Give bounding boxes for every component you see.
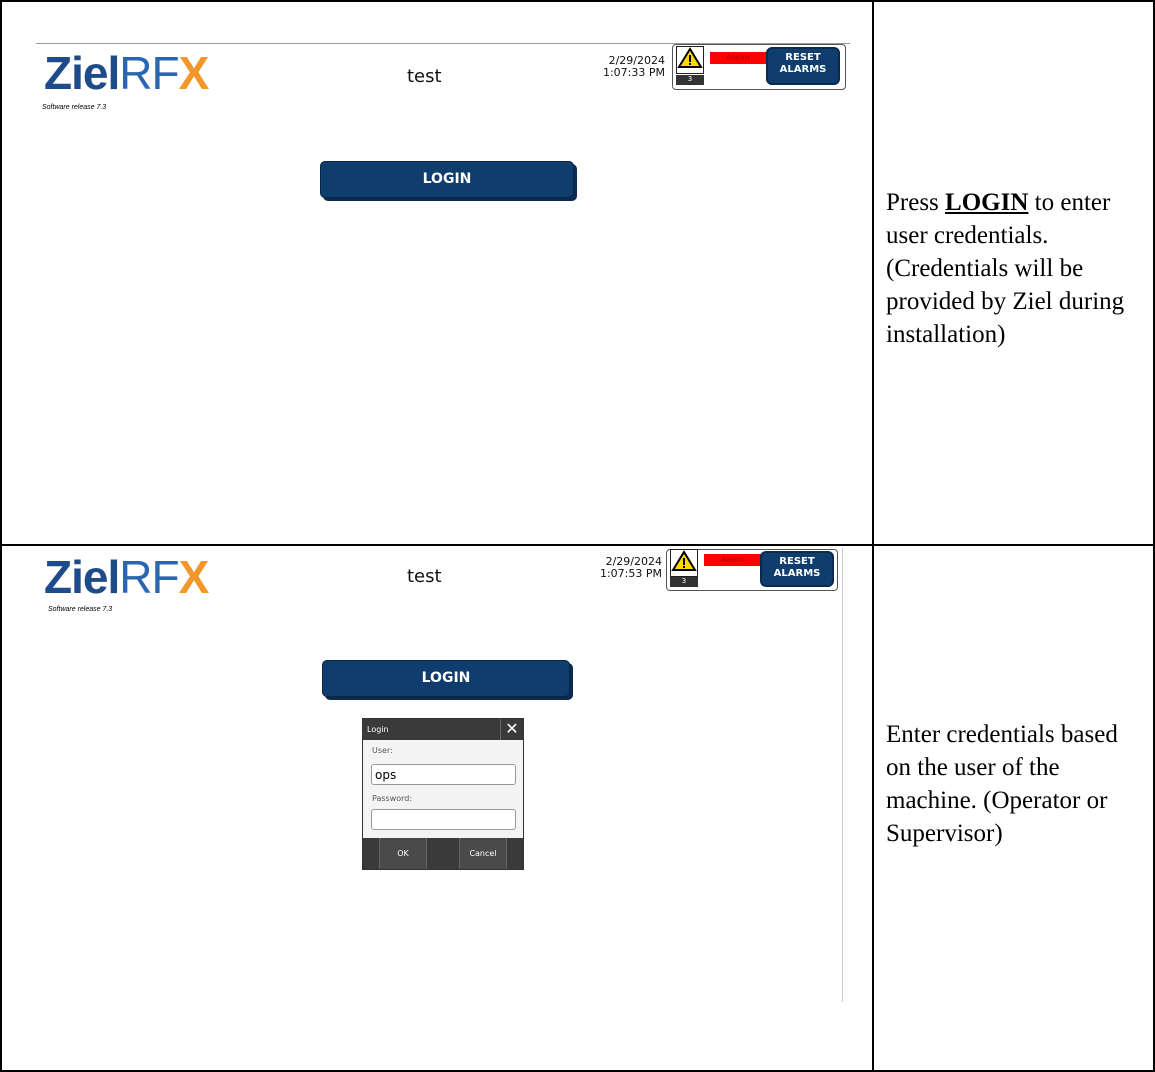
software-release: Software release 7.3 — [48, 606, 113, 613]
reset-alarms-button[interactable]: RESET ALARMS — [760, 551, 834, 587]
password-label: Password: — [372, 794, 413, 803]
screen-title: test — [407, 566, 442, 587]
table-border-left — [0, 0, 2, 1072]
ok-button[interactable]: OK — [379, 838, 427, 869]
time-label: 1:07:53 PM — [599, 567, 662, 580]
alarm-indicator: Alarm — [704, 554, 762, 566]
reset-label-line1: RESET — [779, 556, 815, 567]
user-label: User: — [372, 746, 393, 755]
time-label: 1:07:33 PM — [602, 66, 665, 79]
dialog-title: Login — [363, 719, 523, 740]
document-table: ZielRFX Software release 7.3 test 2/29/2… — [0, 0, 1155, 1072]
zielrfx-logo: ZielRFX — [44, 47, 209, 99]
desc-prefix: Press — [886, 189, 946, 216]
hmi-screenshot-login-dialog: ZielRFX Software release 7.3 test 2/29/2… — [30, 546, 860, 1066]
login-button[interactable]: LOGIN — [320, 161, 574, 198]
password-field[interactable] — [371, 809, 516, 830]
screen-right-edge — [842, 548, 843, 1002]
cancel-button[interactable]: Cancel — [459, 838, 507, 869]
table-column-divider — [872, 0, 874, 1072]
table-border-top — [0, 0, 1155, 2]
alarm-count: 3 — [676, 75, 704, 85]
dialog-footer: OK Cancel — [363, 838, 523, 869]
warning-icon[interactable] — [670, 549, 698, 577]
reset-label-line2: ALARMS — [773, 568, 821, 579]
login-button[interactable]: LOGIN — [322, 660, 570, 697]
close-icon[interactable]: ✕ — [500, 719, 523, 740]
login-dialog: Login ✕ User: ops Password: OK Cancel — [362, 718, 524, 870]
alarm-indicator: Alarm — [710, 52, 766, 64]
hmi-screenshot-login: ZielRFX Software release 7.3 test 2/29/2… — [30, 40, 860, 520]
desc-login-word: LOGIN — [945, 189, 1029, 216]
step-1-description: Press LOGIN to enter user credentials. (… — [886, 186, 1148, 351]
user-field[interactable]: ops — [371, 764, 516, 785]
zielrfx-logo: ZielRFX — [44, 551, 209, 603]
warning-icon[interactable] — [676, 46, 704, 74]
alarm-count: 3 — [670, 577, 698, 587]
software-release: Software release 7.3 — [42, 104, 107, 111]
reset-alarms-button[interactable]: RESET ALARMS — [766, 47, 840, 85]
reset-label-line1: RESET — [785, 52, 821, 63]
step-2-description: Enter credentials based on the user of t… — [886, 721, 1118, 847]
reset-label-line2: ALARMS — [779, 64, 827, 75]
screen-title: test — [407, 66, 442, 87]
